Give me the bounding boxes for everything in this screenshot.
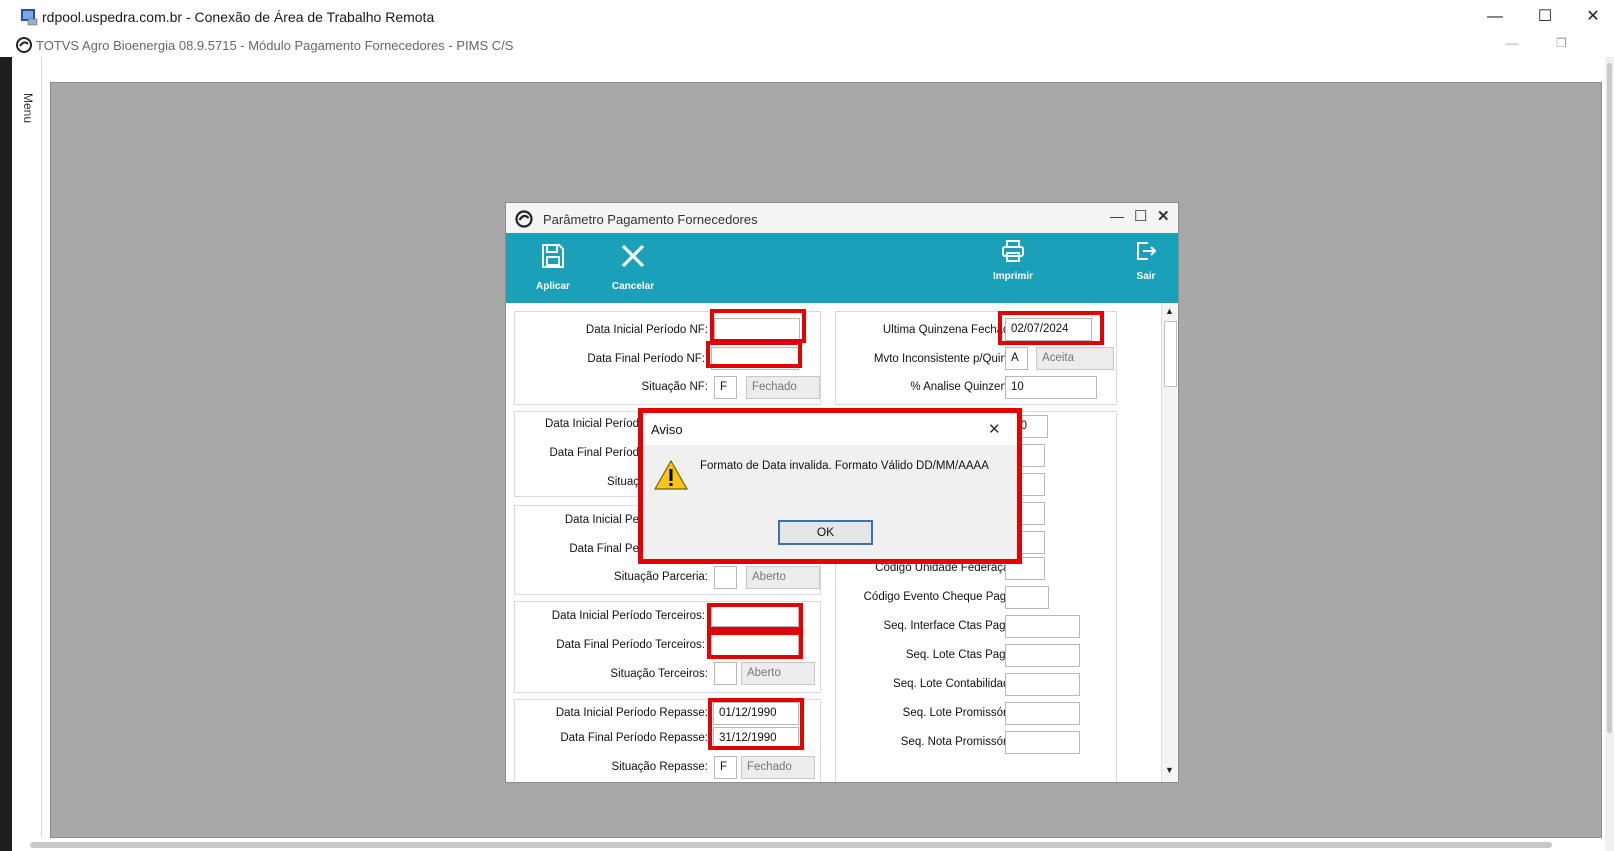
scroll-up-icon[interactable]: ▲ <box>1165 306 1174 316</box>
nf-start-label: Data Inicial Período NF: <box>585 324 708 336</box>
seq-lote-contab-label: Seq. Lote Contabilidade: <box>893 678 1019 690</box>
highlight-nf-end <box>706 341 802 368</box>
scrollbar-thumb[interactable] <box>1607 63 1612 733</box>
cancel-button[interactable]: Cancelar <box>603 241 663 299</box>
seq-lote-ctas-label: Seq. Lote Ctas Pagar: <box>905 649 1019 661</box>
totvs-logo-icon <box>515 210 533 228</box>
rdp-minimize-button[interactable]: — <box>1472 4 1518 30</box>
seq-interface-label: Seq. Interface Ctas Pagar: <box>883 620 1019 632</box>
highlight-repasse <box>708 698 804 750</box>
repasse-status-code[interactable]: F <box>714 756 737 779</box>
rdp-title-text: rdpool.uspedra.com.br - Conexão de Área … <box>42 9 435 25</box>
highlight-terceiros-start <box>707 603 803 631</box>
nf-status-label: Situação NF: <box>641 381 708 393</box>
apply-button[interactable]: Aplicar <box>523 241 583 299</box>
app-title-text: TOTVS Agro Bioenergia 08.9.5715 - Módulo… <box>36 38 514 53</box>
group2-start-label: Data Inicial Períod <box>545 418 639 430</box>
seq-lote-prom-label: Seq. Lote Promissória: <box>902 707 1019 719</box>
cheque-input[interactable] <box>1005 586 1049 609</box>
app-minimize-button[interactable]: — <box>1506 36 1518 50</box>
cancel-label: Cancelar <box>611 281 655 292</box>
left-edge <box>0 57 12 851</box>
print-label: Imprimir <box>992 271 1033 282</box>
seq-nota-prom-input[interactable] <box>1005 731 1080 754</box>
terceiros-end-label: Data Final Período Terceiros: <box>556 639 705 651</box>
seq-lote-contab-input[interactable] <box>1005 673 1080 696</box>
rdp-close-button[interactable]: ✕ <box>1570 4 1614 30</box>
nf-status-code[interactable]: F <box>714 376 737 399</box>
parceria-status-label: Situação Parceria: <box>614 571 708 583</box>
form-scrollbar[interactable]: ▲ ▼ <box>1161 303 1178 782</box>
exit-button[interactable]: Sair <box>1121 239 1171 297</box>
form-scrollbar-thumb[interactable] <box>1164 321 1177 387</box>
vertical-scrollbar[interactable] <box>1605 57 1614 851</box>
exit-icon <box>1137 242 1157 260</box>
highlight-dialog <box>638 408 1022 564</box>
repasse-status-text: Fechado <box>741 756 815 779</box>
highlight-nf-start <box>710 309 806 343</box>
print-button[interactable]: Imprimir <box>983 239 1043 297</box>
repasse-start-label: Data Inicial Período Repasse: <box>555 707 708 719</box>
totvs-logo-icon <box>16 37 32 53</box>
param-window-titlebar: Parâmetro Pagamento Fornecedores — ☐ ✕ <box>506 203 1178 233</box>
side-menu[interactable]: Menu <box>12 57 42 837</box>
rdp-maximize-button[interactable]: ☐ <box>1522 4 1568 30</box>
group2-status-label: Situaç <box>607 476 639 488</box>
scroll-down-icon[interactable]: ▼ <box>1165 765 1174 775</box>
parceria-start-label: Data Inicial Pe <box>564 514 639 526</box>
close-x-icon <box>621 244 645 268</box>
param-window-title: Parâmetro Pagamento Fornecedores <box>543 212 758 227</box>
side-menu-label[interactable]: Menu <box>21 93 35 123</box>
seq-lote-prom-input[interactable] <box>1005 702 1080 725</box>
repasse-end-label: Data Final Período Repasse: <box>560 732 708 744</box>
terceiros-status-label: Situação Terceiros: <box>610 668 708 680</box>
nf-status-text: Fechado <box>746 376 820 399</box>
param-close-button[interactable]: ✕ <box>1157 207 1170 225</box>
rdp-app-icon <box>21 9 38 26</box>
param-minimize-button[interactable]: — <box>1110 208 1124 224</box>
seq-interface-input[interactable] <box>1005 615 1080 638</box>
parceria-status-text: Aberto <box>746 566 820 589</box>
rdp-titlebar: rdpool.uspedra.com.br - Conexão de Área … <box>0 0 1614 33</box>
highlight-terceiros-end <box>707 631 803 659</box>
analise-label: % Analise Quinzenal: <box>910 381 1019 393</box>
mvto-text: Aceita <box>1036 347 1114 370</box>
param-maximize-button[interactable]: ☐ <box>1134 207 1147 225</box>
exit-label: Sair <box>1136 271 1156 282</box>
cheque-label: Código Evento Cheque Pagto: <box>863 591 1019 603</box>
save-icon <box>542 244 564 268</box>
mvto-label: Mvto Inconsistente p/Quinz.: <box>873 353 1019 365</box>
parceria-end-label: Data Final Pe <box>569 543 639 555</box>
terceiros-start-label: Data Inicial Período Terceiros: <box>551 610 705 622</box>
seq-nota-prom-label: Seq. Nota Promissória: <box>900 736 1019 748</box>
terceiros-status-code[interactable] <box>714 662 737 685</box>
toolbar: Aplicar Cancelar Imprimir Sair <box>506 233 1178 303</box>
app-restore-button[interactable]: ❐ <box>1556 36 1567 50</box>
parceria-status-code[interactable] <box>714 566 737 589</box>
analise-input[interactable]: 10 <box>1005 376 1097 399</box>
printer-icon <box>1002 240 1024 262</box>
nf-end-label: Data Final Período NF: <box>587 353 705 365</box>
horizontal-scrollbar[interactable] <box>30 842 1552 848</box>
terceiros-status-text: Aberto <box>741 662 815 685</box>
app-titlebar: TOTVS Agro Bioenergia 08.9.5715 - Módulo… <box>10 33 1614 57</box>
repasse-status-label: Situação Repasse: <box>611 761 708 773</box>
apply-label: Aplicar <box>536 281 570 292</box>
highlight-quinzena <box>998 311 1104 345</box>
group2-end-label: Data Final Períod <box>549 447 640 459</box>
seq-lote-ctas-input[interactable] <box>1005 644 1080 667</box>
mvto-code[interactable]: A <box>1005 347 1028 370</box>
